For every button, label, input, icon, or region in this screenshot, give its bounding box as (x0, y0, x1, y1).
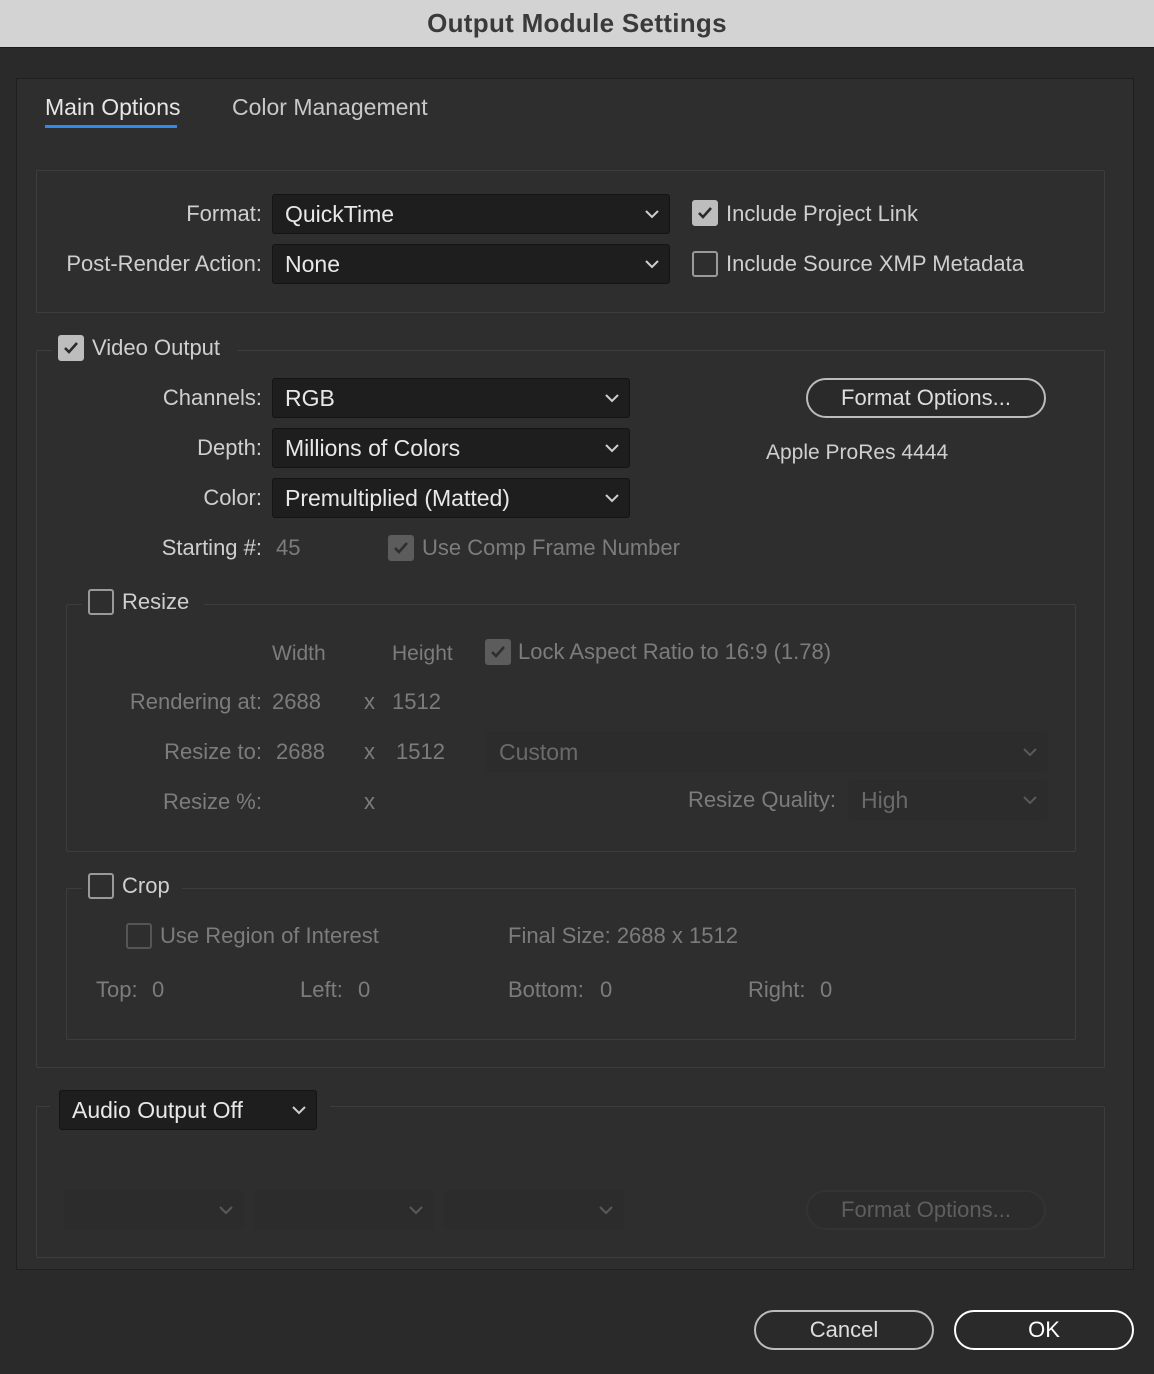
tab-main-options[interactable]: Main Options (45, 94, 181, 121)
post-render-value: None (285, 250, 340, 277)
resize-percent-label: Resize %: (162, 789, 262, 814)
checkmark-icon (491, 646, 505, 658)
chevron-down-icon (635, 209, 669, 219)
rendering-x: x (364, 689, 375, 714)
channels-dropdown[interactable]: RGB (272, 378, 630, 418)
cancel-button[interactable]: Cancel (754, 1310, 934, 1350)
color-dropdown[interactable]: Premultiplied (Matted) (272, 478, 630, 518)
window-title: Output Module Settings (427, 8, 727, 38)
resize-to-x: x (364, 739, 375, 764)
crop-right-label: Right: (748, 977, 806, 1002)
chevron-down-icon (1013, 747, 1047, 757)
include-xmp-label: Include Source XMP Metadata (726, 251, 1024, 276)
depth-dropdown[interactable]: Millions of Colors (272, 428, 630, 468)
video-output-checkbox[interactable] (58, 335, 84, 361)
format-value: QuickTime (285, 200, 395, 227)
audio-output-dropdown[interactable]: Audio Output Off (59, 1090, 317, 1130)
crop-top-field[interactable]: 0 (152, 977, 164, 1003)
video-output-label: Video Output (92, 335, 221, 360)
include-project-link-label: Include Project Link (726, 201, 918, 226)
chevron-down-icon (635, 259, 669, 269)
active-tab-indicator (45, 125, 177, 128)
color-label: Color: (203, 485, 262, 510)
crop-label: Crop (122, 873, 170, 898)
format-group (36, 170, 1105, 313)
title-bar: Output Module Settings (0, 0, 1154, 48)
checkmark-icon (698, 207, 712, 219)
codec-label: Apple ProRes 4444 (766, 441, 949, 464)
use-roi-label: Use Region of Interest (160, 923, 379, 948)
chevron-down-icon (595, 443, 629, 453)
resize-percent-x: x (364, 789, 375, 814)
depth-label: Depth: (197, 435, 262, 460)
post-render-dropdown[interactable]: None (272, 244, 670, 284)
crop-left-field[interactable]: 0 (358, 977, 370, 1003)
format-label: Format: (186, 201, 262, 226)
audio-bit-depth-dropdown[interactable] (254, 1190, 434, 1230)
chevron-down-icon (595, 493, 629, 503)
checkmark-icon (394, 542, 408, 554)
audio-sample-rate-dropdown[interactable] (64, 1190, 244, 1230)
lock-aspect-label: Lock Aspect Ratio to 16:9 (1.78) (518, 639, 832, 664)
crop-bottom-field[interactable]: 0 (600, 977, 612, 1003)
crop-group (66, 888, 1076, 1040)
starting-number-field[interactable]: 45 (276, 535, 300, 561)
width-header: Width (272, 642, 326, 665)
chevron-down-icon (589, 1205, 623, 1215)
crop-checkbox[interactable] (88, 873, 114, 899)
crop-right-field[interactable]: 0 (820, 977, 832, 1003)
resize-quality-dropdown[interactable]: High (848, 780, 1048, 820)
resize-checkbox[interactable] (88, 589, 114, 615)
use-comp-frame-checkbox[interactable] (388, 535, 414, 561)
rendering-at-label: Rendering at: (129, 689, 262, 714)
checkmark-icon (64, 342, 78, 354)
resize-to-width-field[interactable]: 2688 (276, 739, 325, 765)
rendering-height: 1512 (392, 689, 441, 714)
audio-format-options-button[interactable]: Format Options... (806, 1190, 1046, 1230)
resize-to-height-field[interactable]: 1512 (396, 739, 445, 765)
channels-label: Channels: (162, 385, 262, 410)
color-value: Premultiplied (Matted) (285, 484, 510, 511)
final-size-label: Final Size: 2688 x 1512 (508, 923, 738, 948)
depth-value: Millions of Colors (285, 434, 461, 461)
resize-to-label: Resize to: (164, 739, 262, 764)
audio-output-value: Audio Output Off (72, 1096, 243, 1123)
chevron-down-icon (282, 1105, 316, 1115)
crop-top-label: Top: (96, 977, 138, 1002)
lock-aspect-checkbox[interactable] (485, 639, 511, 665)
audio-channels-dropdown[interactable] (444, 1190, 624, 1230)
rendering-width: 2688 (272, 689, 321, 714)
resize-quality-label: Resize Quality: (688, 787, 836, 812)
channels-value: RGB (285, 384, 335, 411)
format-dropdown[interactable]: QuickTime (272, 194, 670, 234)
starting-number-label: Starting #: (161, 535, 262, 560)
chevron-down-icon (1013, 795, 1047, 805)
use-comp-frame-label: Use Comp Frame Number (422, 535, 680, 560)
chevron-down-icon (595, 393, 629, 403)
include-xmp-checkbox[interactable] (692, 251, 718, 277)
crop-bottom-label: Bottom: (508, 977, 584, 1002)
resize-preset-value: Custom (499, 738, 579, 765)
use-roi-checkbox[interactable] (126, 923, 152, 949)
resize-label: Resize (122, 589, 190, 614)
chevron-down-icon (399, 1205, 433, 1215)
chevron-down-icon (209, 1205, 243, 1215)
ok-button[interactable]: OK (954, 1310, 1134, 1350)
post-render-label: Post-Render Action: (66, 251, 262, 276)
include-project-link-checkbox[interactable] (692, 200, 718, 226)
crop-left-label: Left: (300, 977, 343, 1002)
height-header: Height (392, 642, 453, 665)
tab-color-management[interactable]: Color Management (232, 94, 428, 121)
resize-quality-value: High (861, 786, 909, 813)
video-format-options-button[interactable]: Format Options... (806, 378, 1046, 418)
resize-preset-dropdown[interactable]: Custom (486, 732, 1048, 772)
